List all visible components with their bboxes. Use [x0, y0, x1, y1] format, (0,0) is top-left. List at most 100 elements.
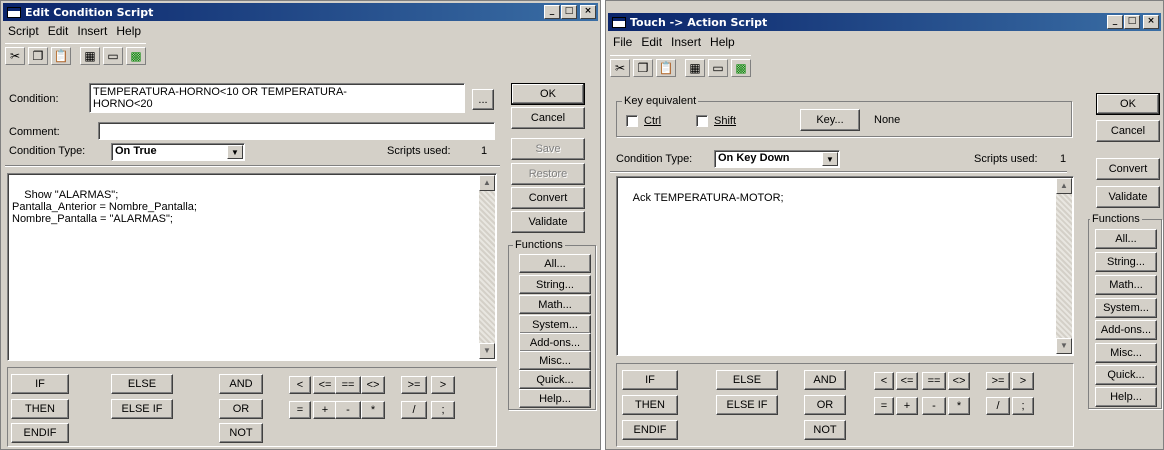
menu-edit[interactable]: Edit [48, 24, 69, 40]
assign-button[interactable]: = [289, 401, 311, 419]
browse-button[interactable]: ... [472, 89, 494, 110]
multiply-button[interactable]: * [948, 397, 970, 415]
window-icon[interactable]: ▭ [103, 46, 123, 65]
menu-script[interactable]: Script [8, 24, 39, 40]
if-button[interactable]: IF [622, 370, 678, 390]
greater-than-button[interactable]: > [1012, 372, 1034, 390]
title-bar[interactable]: Touch -> Action Script _ □ × [608, 13, 1161, 31]
convert-button[interactable]: Convert [1096, 158, 1160, 180]
close-button[interactable]: × [1143, 15, 1159, 29]
if-button[interactable]: IF [11, 374, 69, 394]
menu-help[interactable]: Help [710, 35, 735, 51]
condition-input[interactable]: TEMPERATURA-HORNO<10 OR TEMPERATURA- HOR… [89, 83, 465, 113]
function-help-button[interactable]: Help... [519, 389, 591, 408]
plus-button[interactable]: + [896, 397, 918, 415]
not-equal-button[interactable]: <> [361, 376, 385, 394]
function-misc-button[interactable]: Misc... [519, 351, 591, 370]
function-quick-button[interactable]: Quick... [519, 370, 591, 389]
function-misc-button[interactable]: Misc... [1095, 343, 1157, 363]
menu-insert[interactable]: Insert [77, 24, 107, 40]
function-quick-button[interactable]: Quick... [1095, 365, 1157, 385]
menu-file[interactable]: File [613, 35, 632, 51]
key-button[interactable]: Key... [800, 109, 860, 131]
function-help-button[interactable]: Help... [1095, 387, 1157, 407]
paste-icon[interactable]: 📋 [51, 46, 71, 65]
or-button[interactable]: OR [219, 399, 263, 419]
function-system-button[interactable]: System... [1095, 298, 1157, 318]
shift-checkbox[interactable]: Shift [696, 115, 736, 127]
save-button[interactable]: Save [511, 138, 585, 160]
cut-icon[interactable]: ✂ [5, 46, 25, 65]
less-than-button[interactable]: < [874, 372, 894, 390]
comment-input[interactable] [98, 122, 495, 140]
restore-button[interactable]: Restore [511, 163, 585, 185]
find-icon[interactable]: ▦ [80, 46, 100, 65]
find-icon[interactable]: ▦ [685, 58, 705, 77]
and-button[interactable]: AND [219, 374, 263, 394]
semicolon-button[interactable]: ; [1012, 397, 1034, 415]
equals-button[interactable]: == [335, 376, 361, 394]
copy-icon[interactable]: ❐ [633, 58, 653, 77]
function-math-button[interactable]: Math... [519, 295, 591, 314]
then-button[interactable]: THEN [622, 395, 678, 415]
function-string-button[interactable]: String... [519, 275, 591, 294]
greater-equal-button[interactable]: >= [401, 376, 427, 394]
tagname-icon[interactable]: ▩ [126, 46, 146, 65]
title-bar[interactable]: Edit Condition Script _ □ × [3, 3, 598, 21]
plus-button[interactable]: + [313, 401, 337, 419]
script-editor[interactable]: Ack TEMPERATURA-MOTOR; ▲ ▼ [616, 176, 1074, 356]
function-math-button[interactable]: Math... [1095, 275, 1157, 295]
assign-button[interactable]: = [874, 397, 894, 415]
copy-icon[interactable]: ❐ [28, 46, 48, 65]
less-equal-button[interactable]: <= [313, 376, 337, 394]
cut-icon[interactable]: ✂ [610, 58, 630, 77]
and-button[interactable]: AND [804, 370, 846, 390]
then-button[interactable]: THEN [11, 399, 69, 419]
endif-button[interactable]: ENDIF [11, 423, 69, 443]
function-string-button[interactable]: String... [1095, 252, 1157, 272]
vertical-scrollbar[interactable]: ▲ ▼ [1056, 178, 1072, 354]
maximize-button[interactable]: □ [1124, 15, 1140, 29]
function-addons-button[interactable]: Add-ons... [519, 333, 591, 352]
not-equal-button[interactable]: <> [948, 372, 970, 390]
menu-edit[interactable]: Edit [641, 35, 662, 51]
scroll-down-icon[interactable]: ▼ [479, 343, 495, 359]
window-icon[interactable]: ▭ [708, 58, 728, 77]
script-editor[interactable]: Show "ALARMAS"; Pantalla_Anterior = Nomb… [7, 173, 497, 361]
scroll-down-icon[interactable]: ▼ [1056, 338, 1072, 354]
vertical-scrollbar[interactable]: ▲ ▼ [479, 175, 495, 359]
condition-type-select[interactable]: On Key Down ▼ [714, 150, 840, 168]
condition-type-select[interactable]: On True ▼ [111, 143, 245, 161]
not-button[interactable]: NOT [219, 423, 263, 443]
minus-button[interactable]: - [335, 401, 361, 419]
semicolon-button[interactable]: ; [431, 401, 455, 419]
divide-button[interactable]: / [986, 397, 1010, 415]
menu-insert[interactable]: Insert [671, 35, 701, 51]
ctrl-checkbox[interactable]: Ctrl [626, 115, 661, 127]
ok-button[interactable]: OK [1096, 93, 1160, 115]
validate-button[interactable]: Validate [511, 211, 585, 233]
else-if-button[interactable]: ELSE IF [716, 395, 778, 415]
equals-button[interactable]: == [922, 372, 946, 390]
else-if-button[interactable]: ELSE IF [111, 399, 173, 419]
else-button[interactable]: ELSE [716, 370, 778, 390]
cancel-button[interactable]: Cancel [1096, 120, 1160, 142]
else-button[interactable]: ELSE [111, 374, 173, 394]
validate-button[interactable]: Validate [1096, 186, 1160, 208]
minimize-button[interactable]: _ [544, 5, 560, 19]
close-button[interactable]: × [580, 5, 596, 19]
paste-icon[interactable]: 📋 [656, 58, 676, 77]
minus-button[interactable]: - [922, 397, 946, 415]
convert-button[interactable]: Convert [511, 187, 585, 209]
or-button[interactable]: OR [804, 395, 846, 415]
divide-button[interactable]: / [401, 401, 427, 419]
greater-equal-button[interactable]: >= [986, 372, 1010, 390]
maximize-button[interactable]: □ [561, 5, 577, 19]
function-all-button[interactable]: All... [519, 254, 591, 273]
chevron-down-icon[interactable]: ▼ [822, 152, 838, 166]
chevron-down-icon[interactable]: ▼ [227, 145, 243, 159]
tagname-icon[interactable]: ▩ [731, 58, 751, 77]
greater-than-button[interactable]: > [431, 376, 455, 394]
less-than-button[interactable]: < [289, 376, 311, 394]
endif-button[interactable]: ENDIF [622, 420, 678, 440]
